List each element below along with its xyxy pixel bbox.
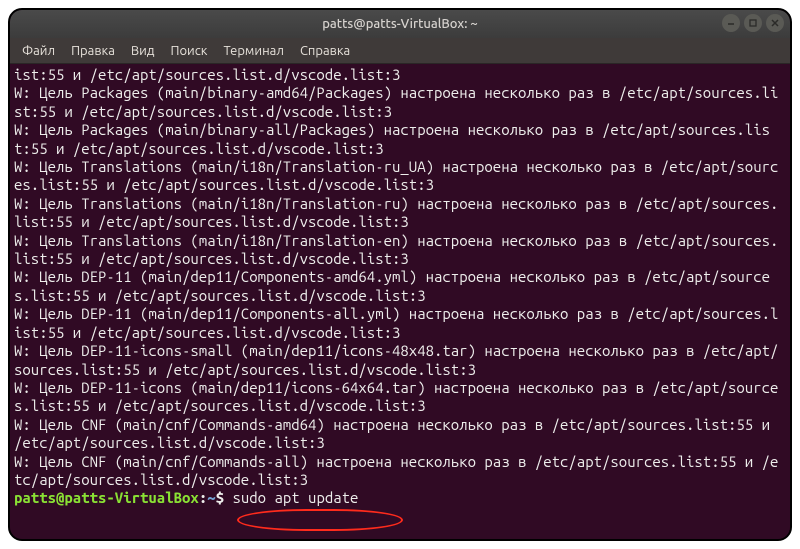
terminal-line: W: Цель CNF (main/cnf/Commands-all) наст… <box>14 453 778 488</box>
prompt-colon: : <box>199 489 207 506</box>
terminal-line: W: Цель Translations (main/i18n/Translat… <box>14 195 778 230</box>
menu-edit[interactable]: Правка <box>65 42 121 60</box>
terminal-line: W: Цель DEP-11 (main/dep11/Components-al… <box>14 305 778 340</box>
close-icon <box>770 18 780 28</box>
prompt-path: ~ <box>207 489 215 506</box>
terminal-window: patts@patts-VirtualBox: ~ Файл Правка Ви… <box>8 8 792 541</box>
close-button[interactable] <box>766 14 784 32</box>
maximize-icon <box>748 18 758 28</box>
menubar: Файл Правка Вид Поиск Терминал Справка <box>10 38 790 64</box>
prompt-command[interactable]: sudo apt update <box>232 489 358 506</box>
terminal-line: W: Цель Translations (main/i18n/Translat… <box>14 158 778 193</box>
window-controls <box>722 14 784 32</box>
menu-terminal[interactable]: Терминал <box>217 42 289 60</box>
window-title: patts@patts-VirtualBox: ~ <box>322 17 478 31</box>
maximize-button[interactable] <box>744 14 762 32</box>
terminal-line: W: Цель DEP-11-icons-small (main/dep11/i… <box>14 342 778 377</box>
menu-file[interactable]: Файл <box>16 42 61 60</box>
menu-search[interactable]: Поиск <box>164 42 213 60</box>
menu-view[interactable]: Вид <box>125 42 161 60</box>
minimize-icon <box>726 18 736 28</box>
titlebar: patts@patts-VirtualBox: ~ <box>10 10 790 38</box>
terminal-line: W: Цель DEP-11-icons (main/dep11/icons-6… <box>14 379 778 414</box>
terminal-line: W: Цель Packages (main/binary-amd64/Pack… <box>14 84 778 119</box>
minimize-button[interactable] <box>722 14 740 32</box>
prompt-dollar: $ <box>216 489 224 506</box>
prompt-user: patts@patts-VirtualBox <box>14 489 199 506</box>
terminal-line: W: Цель DEP-11 (main/dep11/Components-am… <box>14 268 770 303</box>
terminal-line: W: Цель Packages (main/binary-all/Packag… <box>14 121 770 156</box>
terminal-line: W: Цель CNF (main/cnf/Commands-amd64) на… <box>14 416 778 451</box>
terminal-output-area[interactable]: ist:55 и /etc/apt/sources.list.d/vscode.… <box>10 64 790 539</box>
terminal-line: W: Цель Translations (main/i18n/Translat… <box>14 232 778 267</box>
menu-help[interactable]: Справка <box>294 42 356 60</box>
terminal-line: ist:55 и /etc/apt/sources.list.d/vscode.… <box>14 66 400 83</box>
